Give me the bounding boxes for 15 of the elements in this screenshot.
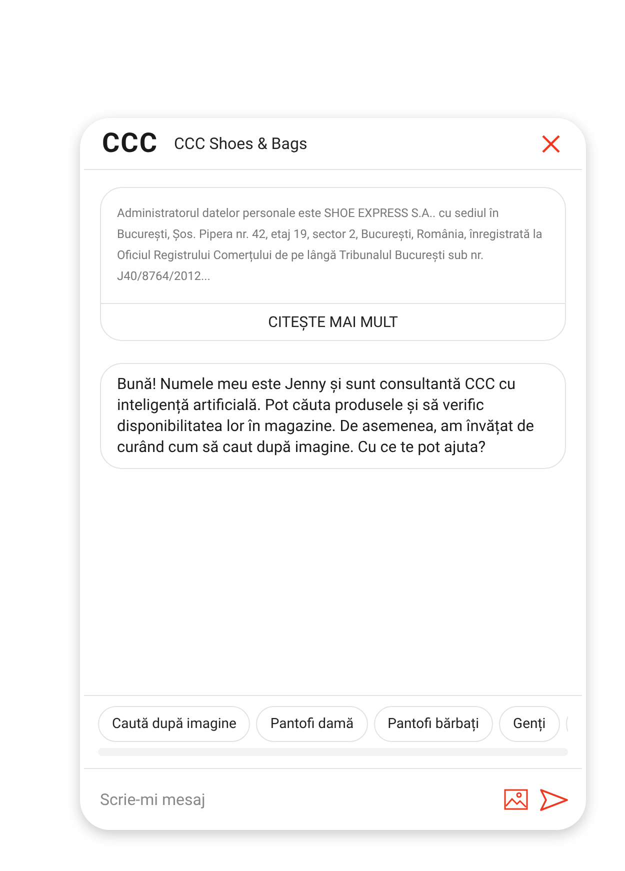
send-icon xyxy=(540,788,568,810)
image-button[interactable] xyxy=(504,789,528,810)
send-button[interactable] xyxy=(540,788,568,810)
suggestion-chip[interactable]: Pantofi bărbați xyxy=(374,706,494,742)
privacy-text: Administratorul datelor personale este SHOE EXPRESS S.A.. cu sediul în București, Șos. Pipera nr. 42, etaj 19, sector 2, București, România, înregistrată la Oficiul Registrului Comerțului de pe lângă Tribunalul București sub nr. J40/8764/2012... xyxy=(116,205,544,285)
suggestion-chip[interactable]: Caută după imagine xyxy=(98,706,250,742)
close-icon xyxy=(542,134,560,152)
chat-message: Bună! Numele meu este Jenny și sunt consultantă CCC cu inteligență artificială. Pot căuta produsele și să verific disponibilitatea lor în magazine. De asemenea, am învățat de curând cum să caut după imagine. Cu ce te pot ajuta? xyxy=(100,363,566,469)
suggestion-chip[interactable]: Genți xyxy=(499,706,560,742)
logo: CCC xyxy=(102,130,158,157)
message-input[interactable]: Scrie-mi mesaj xyxy=(100,788,496,812)
image-icon xyxy=(504,789,528,810)
chat-title: CCC Shoes & Bags xyxy=(174,132,308,154)
read-more-button[interactable]: CITEȘTE MAI MULT xyxy=(101,303,565,340)
suggestion-chip[interactable]: Pantofi damă xyxy=(256,706,368,742)
